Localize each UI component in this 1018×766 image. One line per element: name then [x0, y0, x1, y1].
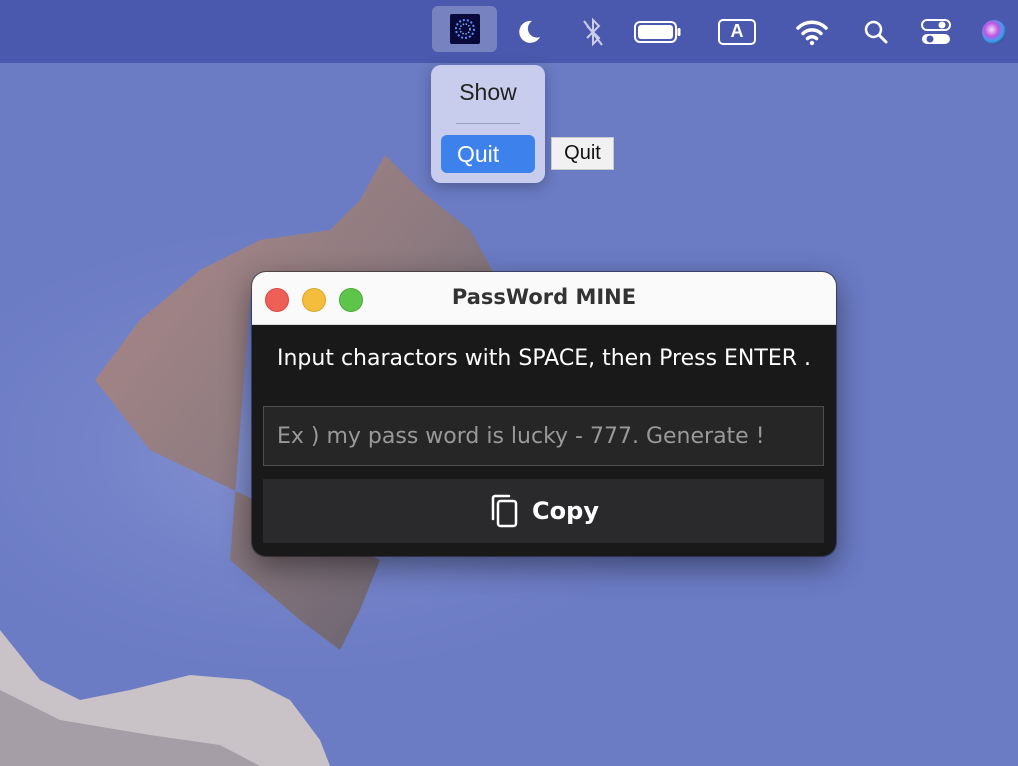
menu-separator — [456, 123, 520, 124]
copy-label: Copy — [532, 497, 599, 525]
minimize-button[interactable] — [302, 288, 326, 312]
wifi-icon[interactable] — [793, 0, 831, 63]
menu-item-quit[interactable]: Quit — [441, 135, 535, 173]
input-source-label: A — [718, 18, 756, 45]
bluetooth-off-icon[interactable] — [575, 0, 611, 63]
password-mine-app-icon — [449, 14, 480, 44]
menu-item-show[interactable]: Show — [431, 79, 545, 106]
battery-icon[interactable] — [632, 0, 684, 63]
menu-bar: A — [0, 0, 1018, 63]
control-center-icon[interactable] — [917, 0, 955, 63]
quit-tooltip: Quit — [551, 137, 614, 170]
copy-icon — [488, 493, 520, 529]
input-source-icon[interactable]: A — [716, 0, 758, 63]
moon-icon[interactable] — [508, 0, 548, 63]
instruction-text: Input charactors with SPACE, then Press … — [277, 346, 811, 371]
app-status-item[interactable] — [432, 6, 497, 52]
close-button[interactable] — [265, 288, 289, 312]
search-icon[interactable] — [858, 0, 894, 63]
input-placeholder: Ex ) my pass word is lucky - 777. Genera… — [277, 423, 765, 449]
zoom-button[interactable] — [339, 288, 363, 312]
copy-button[interactable]: Copy — [263, 479, 824, 543]
status-menu: Show Quit — [431, 65, 545, 183]
app-window: PassWord MINE Input charactors with SPAC… — [252, 272, 836, 556]
siri-icon[interactable] — [978, 0, 1010, 63]
password-input[interactable]: Ex ) my pass word is lucky - 777. Genera… — [263, 406, 824, 466]
title-bar[interactable]: PassWord MINE — [252, 272, 836, 325]
